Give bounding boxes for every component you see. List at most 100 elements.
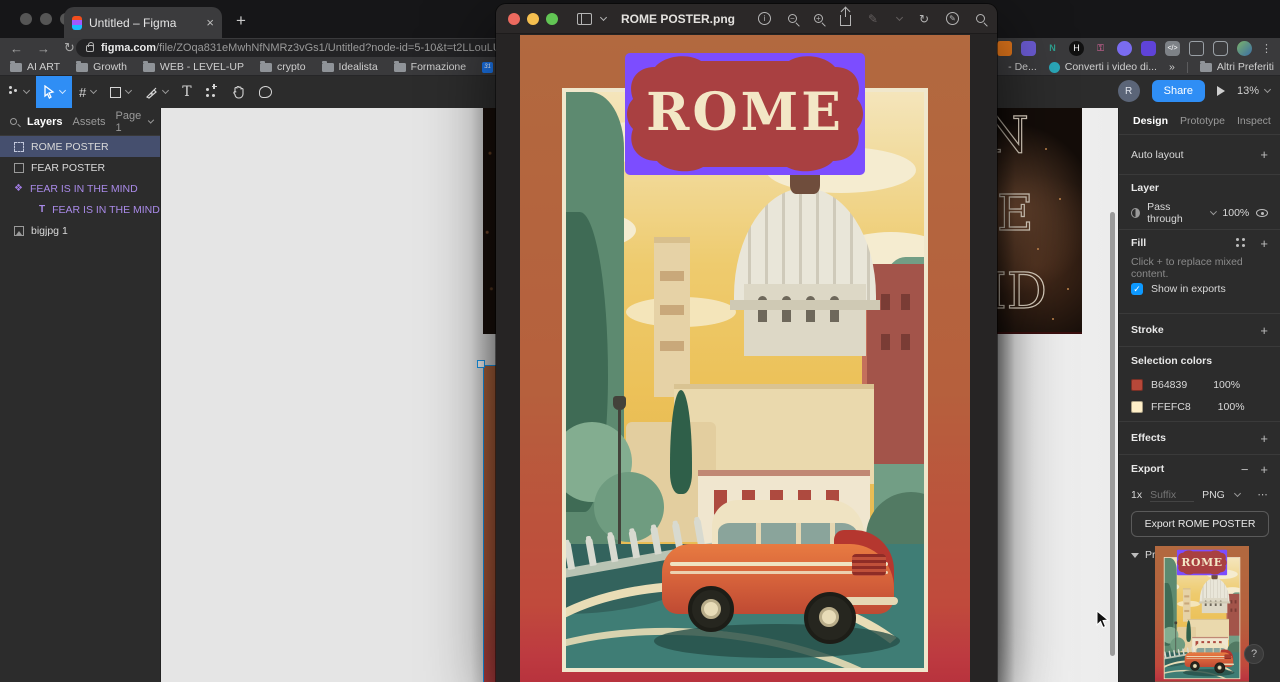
bookmark-item[interactable]: Idealista [322,61,378,73]
h-extension-icon[interactable]: H [1069,41,1084,56]
minimize-icon[interactable] [527,13,539,25]
preview-titlebar[interactable]: ROME POSTER.png i − + ✎ ↻ ✎ [496,4,997,34]
forward-icon[interactable]: → [37,41,50,56]
zoom-level-dropdown[interactable]: 13% [1237,85,1270,97]
selection-color-row[interactable]: B64839 100% [1131,374,1268,396]
preview-window[interactable]: ROME POSTER.png i − + ✎ ↻ ✎ [496,4,997,682]
show-in-exports-checkbox[interactable]: ✓ [1131,283,1143,295]
chevron-down-icon [148,117,154,123]
hand-tool-button[interactable] [225,76,252,108]
color-hex[interactable]: B64839 [1151,379,1187,391]
zoom-out-icon[interactable]: − [788,14,797,23]
rotate-icon[interactable]: ↻ [919,13,929,25]
add-stroke-icon[interactable]: + [1260,323,1268,338]
text-tool-button[interactable]: T [175,76,198,108]
share-icon[interactable] [840,15,851,26]
search-icon[interactable] [976,14,985,23]
new-tab-button[interactable]: + [236,12,246,29]
extensions-puzzle-icon[interactable] [1189,41,1204,56]
tab-design[interactable]: Design [1133,115,1168,127]
layer-row-fear-poster[interactable]: FEAR POSTER [0,157,160,178]
export-format-dropdown[interactable]: PNG [1202,489,1225,501]
zoom-icon[interactable] [546,13,558,25]
add-auto-layout-icon[interactable]: + [1260,147,1268,162]
tab-close-icon[interactable]: × [206,15,214,30]
page-selector[interactable]: Page 1 [116,110,154,134]
add-fill-icon[interactable]: + [1260,236,1268,251]
color-swatch[interactable] [1131,379,1143,391]
badge-extension-icon[interactable]: 18 [1141,41,1156,56]
tab-assets[interactable]: Assets [72,116,105,128]
browser-tab[interactable]: Untitled – Figma × [64,7,222,38]
blend-mode-value[interactable]: Pass through [1147,201,1202,225]
fill-styles-icon[interactable] [1236,238,1246,248]
export-suffix-input[interactable] [1150,489,1194,502]
purple-extension-icon[interactable] [1021,41,1036,56]
layer-row-rome-poster[interactable]: ROME POSTER [0,136,160,157]
bookmark-item[interactable]: Altri Preferiti [1200,61,1274,73]
remove-export-icon[interactable]: − [1241,462,1249,477]
bookmark-item[interactable]: AI ART [10,61,60,73]
comment-tool-button[interactable] [252,76,279,108]
tab-groups-icon[interactable] [1213,41,1228,56]
resources-button[interactable] [199,76,225,108]
export-button[interactable]: Export ROME POSTER [1131,511,1269,537]
export-scale[interactable]: 1x [1131,489,1142,501]
selection-color-row[interactable]: FFEFC8 100% [1131,396,1268,418]
user-avatar[interactable]: R [1118,80,1140,102]
metamask-extension-icon[interactable] [997,41,1012,56]
info-icon[interactable]: i [758,12,771,25]
zoom-in-icon[interactable]: + [814,14,823,23]
preview-collapse-icon[interactable] [1131,553,1139,558]
add-effect-icon[interactable]: + [1260,431,1268,446]
add-export-icon[interactable]: + [1260,462,1268,477]
color-opacity[interactable]: 100% [1213,379,1240,391]
help-button[interactable]: ? [1244,644,1264,664]
close-icon[interactable] [508,13,520,25]
chevron-down-icon [1264,86,1271,93]
markup-toolbar-icon[interactable]: ✎ [946,12,959,25]
key-extension-icon[interactable]: ⚿ [1093,41,1108,56]
back-icon[interactable]: ← [10,41,23,56]
sidebar-toggle-icon[interactable] [577,13,592,25]
layer-row-image[interactable]: bigjpg 1 [0,220,160,241]
bookmarks-overflow-icon[interactable]: » [1169,61,1175,73]
tab-inspect[interactable]: Inspect [1237,115,1271,127]
pen-tool-button[interactable] [138,76,175,108]
present-play-icon[interactable] [1217,86,1225,96]
browser-menu-icon[interactable]: ⋮ [1261,42,1272,55]
shape-tool-button[interactable] [103,76,138,108]
chevron-down-icon [59,87,66,94]
minimize-window-icon[interactable] [40,13,52,25]
layer-opacity[interactable]: 100% [1222,207,1249,219]
share-button[interactable]: Share [1152,80,1205,102]
chevron-down-icon[interactable] [600,13,607,20]
move-tool-button[interactable] [36,76,72,108]
layer-row-text[interactable]: TFEAR IS IN THE MIND [0,199,160,220]
bookmark-item[interactable]: WEB - LEVEL-UP [143,61,244,73]
profile-avatar[interactable] [1237,41,1252,56]
color-hex[interactable]: FFEFC8 [1151,401,1191,413]
bookmark-item[interactable]: - De... [1008,61,1037,73]
bookmark-item[interactable]: Converti i video di... [1049,61,1157,73]
layer-row-component[interactable]: ❖FEAR IS IN THE MIND [0,178,160,199]
bookmark-item[interactable]: crypto [260,61,306,73]
color-swatch[interactable] [1131,401,1143,413]
bookmark-item[interactable]: Formazione [394,61,466,73]
code-extension-icon[interactable]: </> [1165,41,1180,56]
blend-mode-icon[interactable] [1131,208,1140,218]
canvas-scrollbar[interactable] [1110,212,1115,656]
reload-icon[interactable]: ↻ [64,40,75,56]
color-opacity[interactable]: 100% [1218,401,1245,413]
main-menu-button[interactable] [0,76,36,108]
bookmark-item[interactable]: Growth [76,61,127,73]
tab-layers[interactable]: Layers [27,116,62,128]
frame-tool-button[interactable]: # [72,76,103,108]
cloud-extension-icon[interactable] [1117,41,1132,56]
close-window-icon[interactable] [20,13,32,25]
visibility-eye-icon[interactable] [1256,209,1268,217]
export-more-icon[interactable]: ⋯ [1258,489,1269,501]
n-extension-icon[interactable]: N [1045,41,1060,56]
tab-prototype[interactable]: Prototype [1180,115,1225,127]
search-icon[interactable] [10,118,17,125]
